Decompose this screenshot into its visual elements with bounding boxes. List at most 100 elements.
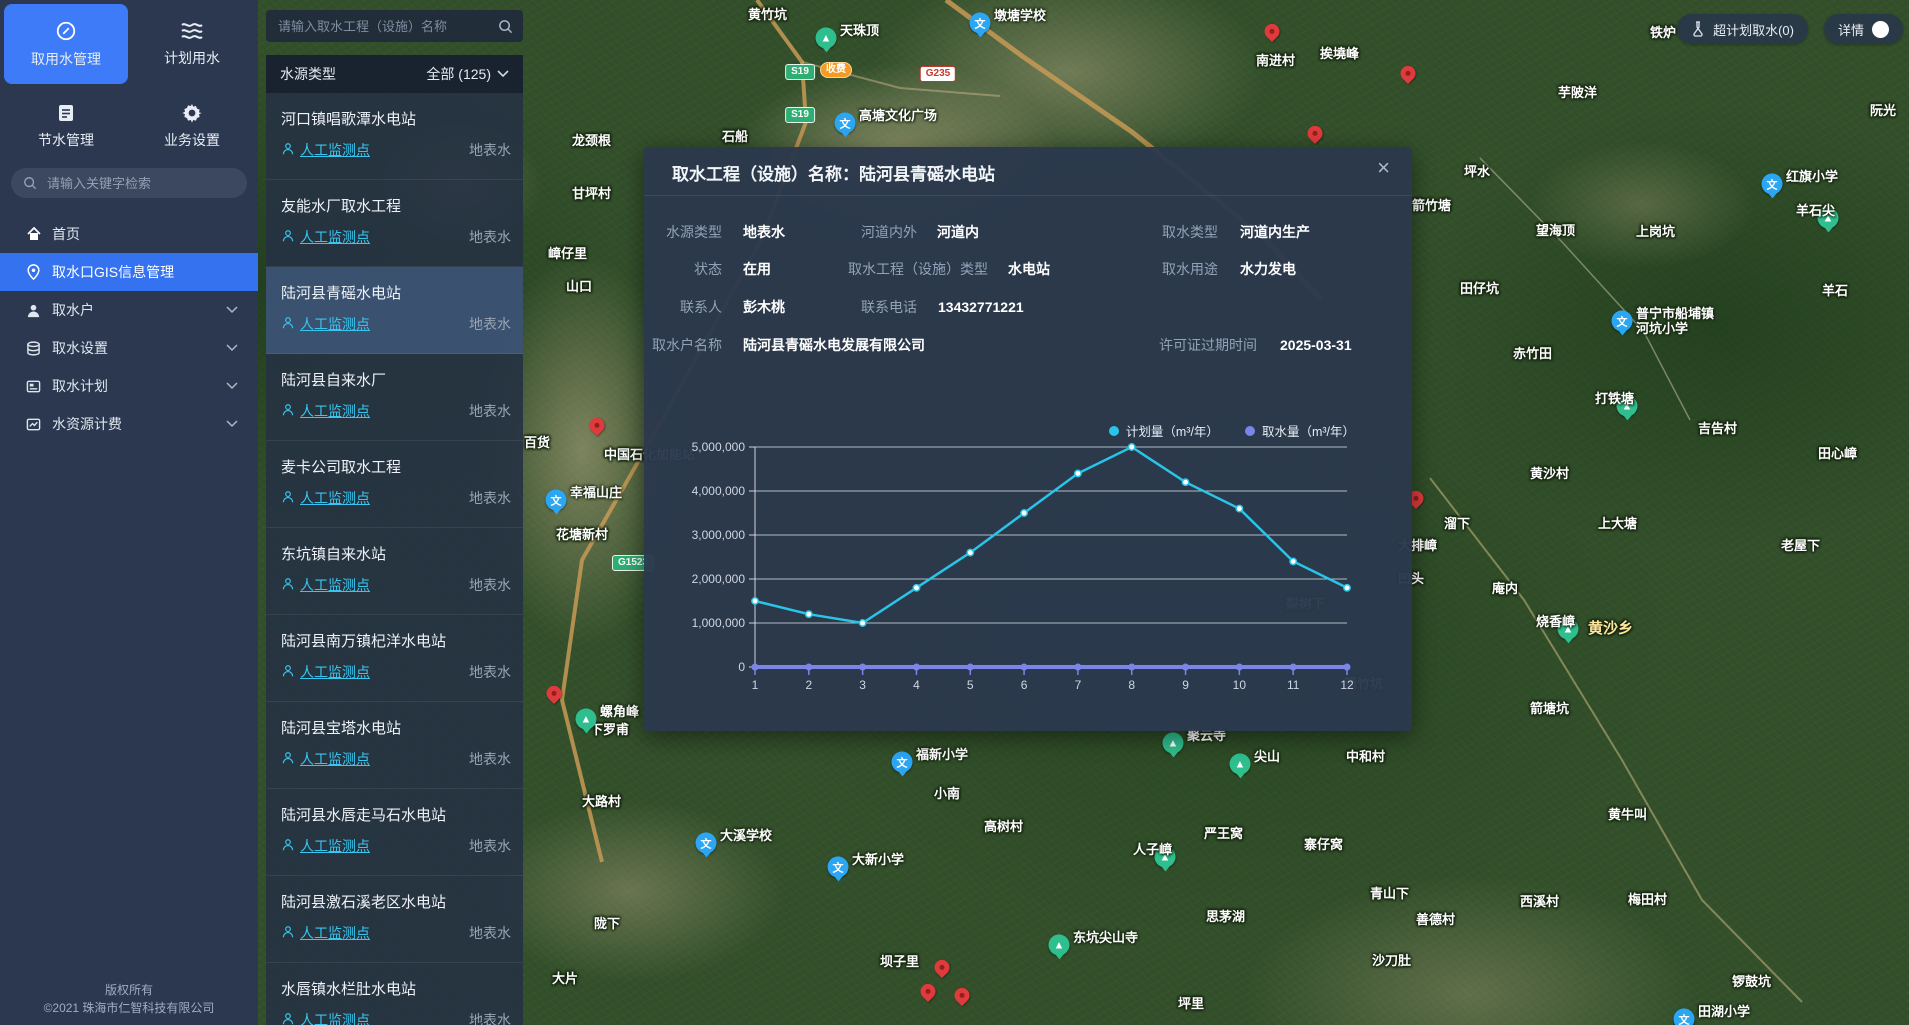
marker-label: 天珠顶	[840, 24, 879, 39]
legend-item-2[interactable]: 取水量（m³/年）	[1245, 421, 1355, 440]
station-list-item[interactable]: 友能水厂取水工程人工监测点地表水	[266, 180, 523, 267]
map-label: 坪里	[1178, 997, 1204, 1012]
withdrawal-point	[1182, 664, 1189, 671]
sidebar-item-5[interactable]: 取水计划	[0, 367, 258, 405]
over-plan-intake-button[interactable]: 超计划取水(0)	[1677, 14, 1808, 44]
copyright-line2: ©2021 珠海市仁智科技有限公司	[0, 999, 258, 1017]
station-list-body: 水源类型 全部 (125) 河口镇唱歌潭水电站人工监测点地表水友能水厂取水工程人…	[266, 55, 523, 1025]
sidebar-item-2[interactable]: 取水口GIS信息管理	[0, 253, 258, 291]
map-marker-blue[interactable]: 文幸福山庄	[556, 502, 577, 523]
keyword-search-input[interactable]	[45, 175, 235, 192]
map-marker-blue[interactable]: 文普宁市船埔镇 河坑小学	[1622, 323, 1643, 344]
keyword-search-box[interactable]	[11, 168, 247, 198]
map-marker-green[interactable]: ▲东坑尖山寺	[1059, 947, 1080, 968]
station-list-item[interactable]: 河口镇唱歌潭水电站人工监测点地表水	[266, 93, 523, 180]
manual-monitor-link[interactable]: 人工监测点	[281, 227, 370, 247]
detail-toggle[interactable]: 详情	[1824, 14, 1903, 44]
map-marker-blue[interactable]: 文大新小学	[838, 869, 859, 890]
station-list-item[interactable]: 陆河县激石溪老区水电站人工监测点地表水	[266, 876, 523, 963]
station-name: 东坑镇自来水站	[281, 543, 386, 564]
module-tile-4[interactable]: 业务设置	[130, 86, 254, 166]
map-marker-green[interactable]: ▲聚云寺	[1173, 745, 1194, 766]
map-marker-blue[interactable]: 文大溪学校	[706, 845, 727, 866]
map-marker-green[interactable]: ▲烧香嶂	[1568, 631, 1589, 652]
person-icon	[281, 142, 295, 159]
water-source-type: 地表水	[469, 923, 511, 943]
map-label: 老屋下	[1781, 539, 1820, 554]
y-axis-label: 5,000,000	[692, 440, 746, 454]
billing-icon	[26, 417, 41, 432]
manual-monitor-link[interactable]: 人工监测点	[281, 923, 370, 943]
school-icon: 文	[1762, 173, 1783, 194]
station-list-item[interactable]: 陆河县宝塔水电站人工监测点地表水	[266, 702, 523, 789]
station-sub-row: 人工监测点地表水	[281, 227, 511, 247]
map-marker-green[interactable]: ▲螺角峰	[586, 721, 607, 742]
x-axis-label: 4	[913, 678, 920, 692]
marker-label: 烧香嶂	[1536, 615, 1575, 630]
map-label: 黄沙乡	[1588, 620, 1633, 637]
legend-label: 计划量（m³/年）	[1126, 421, 1219, 440]
school-icon: 文	[546, 489, 567, 510]
map-marker-blue[interactable]: 文田湖小学	[1684, 1021, 1705, 1025]
station-list-item[interactable]: 麦卡公司取水工程人工监测点地表水	[266, 441, 523, 528]
gear-icon	[182, 103, 202, 123]
station-list-item[interactable]: 陆河县水唇走马石水电站人工监测点地表水	[266, 789, 523, 876]
map-label: 黄沙村	[1530, 467, 1569, 482]
station-sub-row: 人工监测点地表水	[281, 140, 511, 160]
close-icon[interactable]: ×	[1377, 157, 1390, 179]
manual-monitor-link[interactable]: 人工监测点	[281, 1010, 370, 1025]
manual-monitor-link[interactable]: 人工监测点	[281, 401, 370, 421]
map-marker-blue[interactable]: 文墩塘学校	[980, 25, 1001, 46]
water-source-type: 地表水	[469, 1010, 511, 1025]
planned-point	[752, 598, 758, 604]
field-label: 联系人	[680, 297, 722, 317]
manual-monitor-link[interactable]: 人工监测点	[281, 314, 370, 334]
module-tile-3[interactable]: 节水管理	[4, 86, 128, 166]
map-marker-green[interactable]: ▲人子嶂	[1165, 859, 1186, 880]
station-search-box[interactable]	[266, 10, 523, 42]
manual-monitor-link[interactable]: 人工监测点	[281, 575, 370, 595]
map-label: 甘坪村	[572, 187, 611, 202]
map-marker-blue[interactable]: 文红旗小学	[1772, 186, 1793, 207]
manual-monitor-link[interactable]: 人工监测点	[281, 662, 370, 682]
station-list-item[interactable]: 东坑镇自来水站人工监测点地表水	[266, 528, 523, 615]
filter-dropdown[interactable]: 全部 (125)	[426, 64, 509, 84]
map-label: 黄竹坑	[748, 8, 787, 23]
sidebar-item-1[interactable]: 首页	[0, 215, 258, 253]
sidebar-item-4[interactable]: 取水设置	[0, 329, 258, 367]
manual-monitor-link[interactable]: 人工监测点	[281, 749, 370, 769]
map-label: 青山下	[1370, 887, 1409, 902]
road-shield: 收费	[820, 62, 852, 78]
map-label: 严王窝	[1204, 827, 1243, 842]
sidebar-item-3[interactable]: 取水户	[0, 291, 258, 329]
map-marker-green[interactable]: ▲打铁塘	[1627, 408, 1648, 429]
pin-dot	[550, 690, 557, 697]
manual-monitor-link[interactable]: 人工监测点	[281, 488, 370, 508]
field-label: 联系电话	[861, 297, 917, 317]
station-list-item[interactable]: 陆河县青磘水电站人工监测点地表水	[266, 267, 523, 354]
map-label: 陇下	[594, 917, 620, 932]
map-marker-green[interactable]: ▲羊石尖	[1828, 220, 1849, 241]
station-search-input[interactable]	[276, 18, 492, 35]
map-label: 芋陂洋	[1558, 86, 1597, 101]
manual-monitor-label: 人工监测点	[300, 575, 370, 595]
station-list-item[interactable]: 水唇镇水栏肚水电站人工监测点地表水	[266, 963, 523, 1025]
station-list-item[interactable]: 陆河县自来水厂人工监测点地表水	[266, 354, 523, 441]
search-icon[interactable]	[498, 19, 513, 34]
map-marker-blue[interactable]: 文福新小学	[902, 764, 923, 785]
module-tile-2[interactable]: 计划用水	[130, 4, 254, 84]
map-marker-green[interactable]: ▲尖山	[1240, 766, 1261, 787]
map-label: 中和村	[1346, 750, 1385, 765]
module-tile-1[interactable]: 取用水管理	[4, 4, 128, 84]
sidebar-item-6[interactable]: 水资源计费	[0, 405, 258, 443]
map-marker-green[interactable]: ▲天珠顶	[826, 40, 847, 61]
manual-monitor-link[interactable]: 人工监测点	[281, 836, 370, 856]
source-type-filter-row: 水源类型 全部 (125)	[266, 55, 523, 93]
station-list-item[interactable]: 陆河县南万镇杞洋水电站人工监测点地表水	[266, 615, 523, 702]
x-axis-label: 2	[805, 678, 812, 692]
map-label: 上岗坑	[1636, 225, 1675, 240]
legend-item-1[interactable]: 计划量（m³/年）	[1109, 421, 1219, 440]
map-marker-blue[interactable]: 文高塘文化广场	[845, 125, 866, 146]
toggle-knob[interactable]	[1872, 21, 1889, 38]
manual-monitor-link[interactable]: 人工监测点	[281, 140, 370, 160]
